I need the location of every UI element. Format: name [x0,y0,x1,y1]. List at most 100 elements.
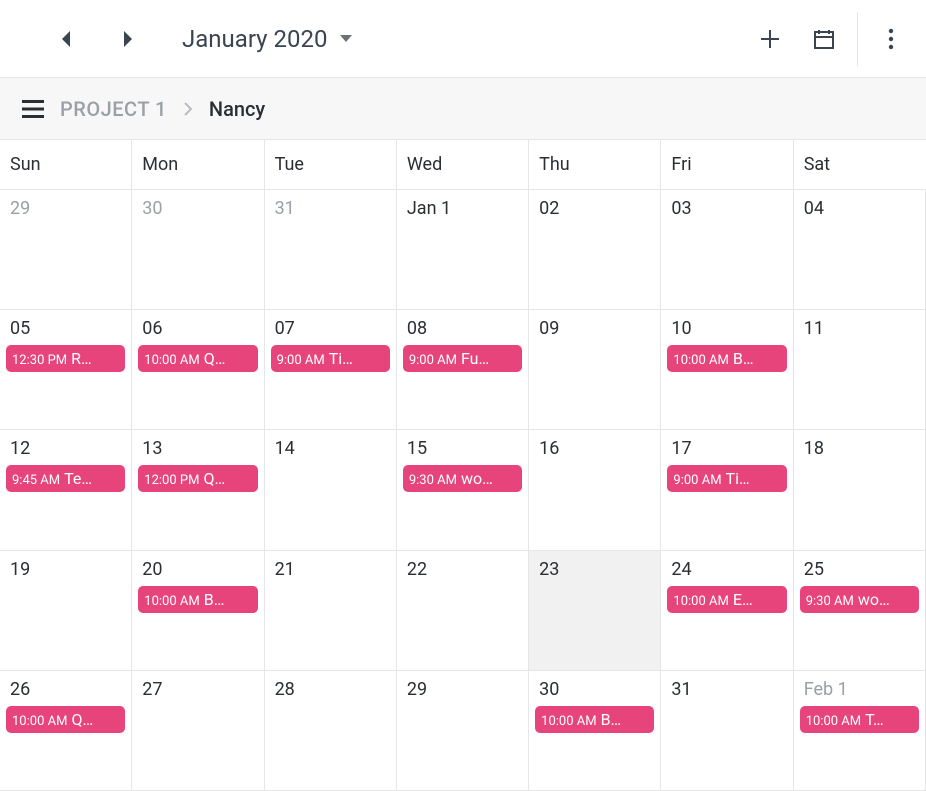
next-month-button[interactable] [106,17,150,61]
calendar-event[interactable]: 10:00 AM B… [535,706,654,733]
calendar-cell[interactable]: 29 [0,190,132,310]
event-time: 10:00 AM [673,353,728,368]
calendar-cell[interactable]: 16 [529,430,661,550]
calendar-event[interactable]: 10:00 AMT… [800,706,919,733]
today-button[interactable] [797,12,851,66]
day-number: 22 [403,559,522,580]
event-title: Te… [64,469,119,488]
caret-down-icon [339,34,353,44]
calendar-event[interactable]: 10:00 AMQ… [6,706,125,733]
calendar-event[interactable]: 10:00 AME… [667,586,786,613]
chevron-left-icon [59,29,73,49]
calendar-cell[interactable]: 28 [265,671,397,791]
day-number: 24 [667,559,786,580]
calendar-cell[interactable]: 23 [529,551,661,671]
calendar-event[interactable]: 10:00 AM B… [138,586,257,613]
hamburger-icon [22,100,44,118]
breadcrumb-parent[interactable]: PROJECT 1 [60,97,167,121]
calendar-event[interactable]: 9:45 AMTe… [6,465,125,492]
calendar-cell[interactable]: 05 12:30 PM R… [0,310,132,430]
calendar-event[interactable]: 10:00 AMQ… [138,345,257,372]
calendar-cell[interactable]: 22 [397,551,529,671]
calendar-cell[interactable]: 29 [397,671,529,791]
calendar-cell[interactable]: 0610:00 AMQ… [132,310,264,430]
calendar-icon [813,28,835,50]
calendar-cell[interactable]: 03 [661,190,793,310]
day-number: 12 [6,438,125,459]
event-title: B… [601,710,649,729]
calendar-cell[interactable]: 19 [0,551,132,671]
calendar-cell[interactable]: 31 [661,671,793,791]
event-title: Q… [203,469,251,488]
calendar-cell[interactable]: 31 [265,190,397,310]
calendar-cell[interactable]: 18 [794,430,926,550]
calendar-cell[interactable]: 27 [132,671,264,791]
calendar-cell[interactable]: 2010:00 AMB… [132,551,264,671]
event-time: 10:00 AM [144,594,199,609]
calendar-cell[interactable]: 159:30 AMwo… [397,430,529,550]
event-title: R… [71,349,119,368]
calendar-cell[interactable]: 07 9:00 AMTi… [265,310,397,430]
event-title: Ti… [329,349,384,368]
event-title: Q… [71,710,119,729]
event-time: 9:30 AM [409,473,457,488]
day-number: 23 [535,559,654,580]
calendar-cell[interactable]: 24 10:00 AME… [661,551,793,671]
calendar-cell[interactable]: 11 [794,310,926,430]
calendar-event[interactable]: 9:00 AMTi… [271,345,390,372]
calendar-cell[interactable]: Jan 1 [397,190,529,310]
month-selector[interactable]: January 2020 [182,25,353,53]
event-title: Q… [204,349,252,368]
add-button[interactable] [743,12,797,66]
calendar-event[interactable]: 12:00 PMQ… [138,465,257,492]
calendar-cell[interactable]: 3010:00 AMB… [529,671,661,791]
menu-button[interactable] [22,100,44,118]
calendar-event[interactable]: 12:30 PM R… [6,345,125,372]
calendar-cell[interactable]: 1010:00 AMB… [661,310,793,430]
calendar-cell[interactable]: 089:00 AMFu… [397,310,529,430]
divider [857,12,858,66]
event-title: T… [865,710,913,729]
calendar-cell[interactable]: 09 [529,310,661,430]
toolbar: January 2020 [0,0,926,78]
calendar-cell[interactable]: 04 [794,190,926,310]
event-title: wo… [858,590,913,609]
day-header: Sat [794,140,926,189]
calendar-cell[interactable]: 25 9:30 AMwo… [794,551,926,671]
event-time: 12:30 PM [12,353,67,368]
calendar-event[interactable]: 9:00 AMTi… [667,465,786,492]
day-header: Sun [0,140,132,189]
day-header: Thu [529,140,661,189]
prev-month-button[interactable] [44,17,88,61]
chevron-right-icon [121,29,135,49]
day-number: 07 [271,318,390,339]
day-number: Jan 1 [403,198,522,219]
calendar-event[interactable]: 9:30 AMwo… [403,465,522,492]
day-number: 11 [800,318,919,339]
calendar-cell[interactable]: 179:00 AMTi… [661,430,793,550]
calendar-cell[interactable]: 13 12:00 PMQ… [132,430,264,550]
calendar-cell[interactable]: 21 [265,551,397,671]
event-time: 9:00 AM [673,473,721,488]
calendar-event[interactable]: 10:00 AMB… [667,345,786,372]
calendar-cell[interactable]: 02 [529,190,661,310]
day-number: 19 [6,559,125,580]
day-number: 14 [271,438,390,459]
more-options-button[interactable] [864,12,918,66]
calendar-event[interactable]: 9:30 AMwo… [800,586,919,613]
day-header: Wed [397,140,529,189]
calendar-grid: 293031Jan 10203040512:30 PMR…0610:00 AMQ… [0,190,926,791]
calendar-cell[interactable]: Feb 110:00 AMT… [794,671,926,791]
event-title: B… [204,590,252,609]
calendar-cell[interactable]: 14 [265,430,397,550]
day-number: 13 [138,438,257,459]
event-time: 10:00 AM [541,714,596,729]
day-number: 05 [6,318,125,339]
calendar-cell[interactable]: 30 [132,190,264,310]
day-number: 27 [138,679,257,700]
chevron-right-icon [183,102,193,116]
calendar-cell[interactable]: 12 9:45 AMTe… [0,430,132,550]
calendar-cell[interactable]: 2610:00 AMQ… [0,671,132,791]
calendar-event[interactable]: 9:00 AMFu… [403,345,522,372]
day-number: 25 [800,559,919,580]
